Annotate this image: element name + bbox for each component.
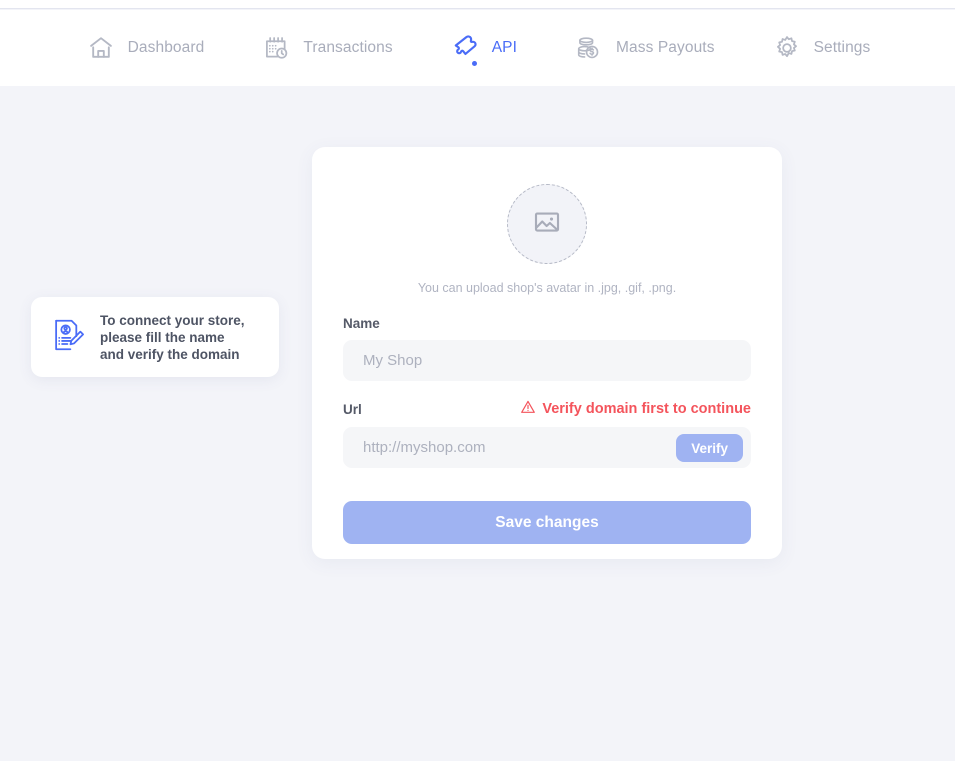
name-label-row: Name bbox=[343, 314, 751, 332]
save-changes-button[interactable]: Save changes bbox=[343, 501, 751, 544]
calendar-clock-icon bbox=[260, 32, 292, 64]
nav-label-api: API bbox=[491, 39, 518, 56]
connect-store-hint-card: To connect your store, please fill the n… bbox=[31, 297, 279, 377]
gear-icon bbox=[771, 32, 803, 64]
verify-domain-button[interactable]: Verify bbox=[676, 434, 743, 462]
nav-label-mass-payouts: Mass Payouts bbox=[616, 39, 715, 56]
image-placeholder-icon bbox=[532, 207, 562, 242]
nav-item-settings[interactable]: Settings bbox=[743, 10, 899, 86]
url-field-group: Url Verify domain first to continue V bbox=[343, 399, 751, 468]
hint-text: To connect your store, please fill the n… bbox=[100, 312, 245, 362]
nav-label-transactions: Transactions bbox=[303, 39, 393, 56]
url-field-label: Url bbox=[343, 401, 362, 417]
nav-item-api[interactable]: API bbox=[421, 10, 545, 86]
nav-item-transactions[interactable]: Transactions bbox=[232, 10, 420, 86]
nav-item-dashboard[interactable]: Dashboard bbox=[57, 10, 233, 86]
shop-form: Name Url Verify bbox=[312, 295, 782, 544]
url-error-text: Verify domain first to continue bbox=[542, 401, 751, 417]
document-edit-icon bbox=[49, 316, 87, 359]
url-label-row: Url Verify domain first to continue bbox=[343, 399, 751, 419]
name-field-label: Name bbox=[343, 315, 380, 331]
nav-item-mass-payouts[interactable]: Mass Payouts bbox=[545, 10, 743, 86]
avatar-upload-dropzone[interactable] bbox=[507, 184, 587, 264]
name-field-group: Name bbox=[343, 314, 751, 381]
main-navigation: Dashboard Transactions API Mass Payouts … bbox=[0, 10, 955, 86]
avatar-uploader: You can upload shop's avatar in .jpg, .g… bbox=[312, 147, 782, 295]
name-input[interactable] bbox=[343, 340, 751, 381]
puzzle-piece-icon bbox=[449, 32, 481, 64]
home-icon bbox=[85, 32, 117, 64]
main-content: To connect your store, please fill the n… bbox=[0, 86, 955, 761]
nav-label-settings: Settings bbox=[813, 39, 871, 56]
avatar-upload-hint: You can upload shop's avatar in .jpg, .g… bbox=[417, 281, 677, 295]
shop-settings-card: You can upload shop's avatar in .jpg, .g… bbox=[312, 147, 782, 559]
nav-label-dashboard: Dashboard bbox=[127, 39, 205, 56]
warning-triangle-icon bbox=[520, 399, 536, 419]
top-strip bbox=[0, 0, 955, 9]
url-error-message: Verify domain first to continue bbox=[520, 399, 751, 419]
url-input-wrapper[interactable]: Verify bbox=[343, 427, 751, 468]
active-indicator-dot bbox=[471, 61, 477, 66]
name-input-wrapper[interactable] bbox=[343, 340, 751, 381]
coins-dollar-icon bbox=[573, 32, 605, 64]
